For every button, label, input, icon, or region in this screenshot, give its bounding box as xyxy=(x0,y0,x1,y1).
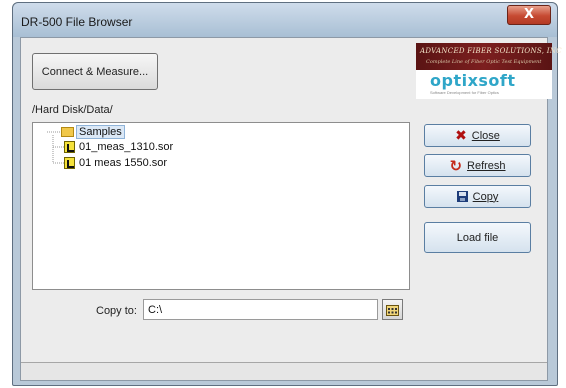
copy-to-input[interactable] xyxy=(143,299,378,320)
sor-file-icon xyxy=(64,157,75,169)
folder-browse-icon xyxy=(386,304,399,316)
connect-measure-button[interactable]: Connect & Measure... xyxy=(32,53,158,90)
copy-button[interactable]: Copy xyxy=(424,185,531,208)
tree-file-1550[interactable]: 01 meas 1550.sor xyxy=(64,156,167,170)
client-area: Connect & Measure... ADVANCED FIBER SOLU… xyxy=(20,37,562,381)
tree-file-1310[interactable]: 01_meas_1310.sor xyxy=(64,140,173,154)
file-label: 01_meas_1310.sor xyxy=(79,141,174,153)
folder-icon xyxy=(61,127,74,137)
logo-product-name: optixsoft xyxy=(430,71,516,90)
copy-button-label: Copy xyxy=(472,190,499,203)
floppy-disk-icon xyxy=(456,191,468,202)
refresh-icon: ↻ xyxy=(449,156,463,175)
browse-folder-button[interactable] xyxy=(382,299,403,320)
logo-company-name: ADVANCED FIBER SOLUTIONS, INC xyxy=(420,47,562,55)
close-button-label: Close xyxy=(471,129,500,142)
close-button[interactable]: ✖ Close xyxy=(424,124,531,147)
company-logo: ADVANCED FIBER SOLUTIONS, INC Complete L… xyxy=(416,43,562,99)
window-close-button[interactable]: X xyxy=(507,5,551,25)
logo-tagline: Complete Line of Fiber Optic Test Equipm… xyxy=(426,59,542,65)
app-window: DR-500 File Browser X Connect & Measure.… xyxy=(12,2,562,386)
status-bar xyxy=(21,362,547,380)
folder-label: Samples xyxy=(76,125,125,139)
refresh-button-label: Refresh xyxy=(467,159,506,172)
copy-to-label: Copy to: xyxy=(96,305,137,317)
logo-band: ADVANCED FIBER SOLUTIONS, INC Complete L… xyxy=(416,43,562,70)
x-icon: ✖ xyxy=(455,127,467,144)
tree-folder-samples[interactable]: Samples xyxy=(61,125,125,139)
load-file-button[interactable]: Load file xyxy=(424,222,531,253)
logo-product-subtitle: Software Development for Fiber Optics xyxy=(430,90,499,95)
sor-file-icon xyxy=(64,141,75,153)
refresh-button[interactable]: ↻ Refresh xyxy=(424,154,531,177)
file-tree[interactable]: Samples 01_meas_1310.sor 01 meas 1550.so… xyxy=(32,122,410,290)
current-path: /Hard Disk/Data/ xyxy=(32,104,113,116)
file-label: 01 meas 1550.sor xyxy=(79,157,168,169)
load-file-button-label: Load file xyxy=(456,231,499,244)
title-bar[interactable]: DR-500 File Browser X xyxy=(13,3,557,37)
window-title: DR-500 File Browser xyxy=(21,15,133,29)
